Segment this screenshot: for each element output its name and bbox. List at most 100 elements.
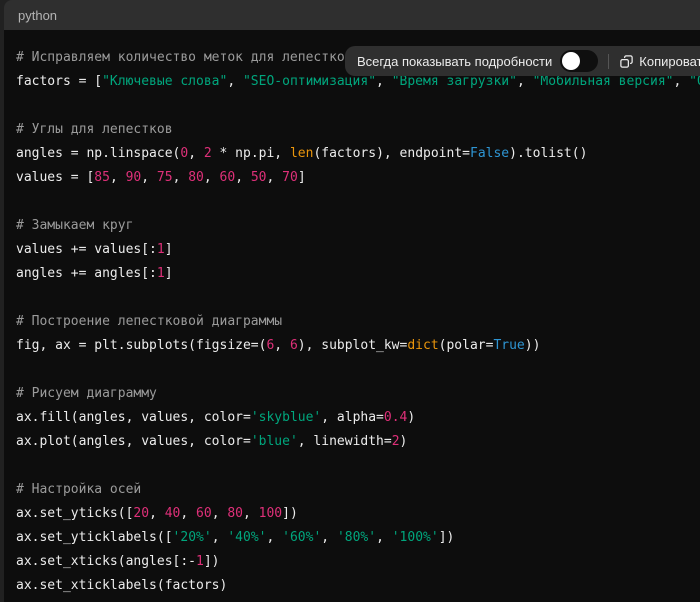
- code-token: values += values[:: [16, 242, 157, 257]
- code-token: ax.set_yticklabels([: [16, 530, 173, 545]
- code-token: ).tolist(): [509, 146, 587, 161]
- code-line: # Построение лепестковой диаграммы: [16, 310, 700, 334]
- code-token: len: [290, 146, 313, 161]
- code-token: dict: [407, 338, 438, 353]
- code-line: [16, 358, 700, 382]
- code-token: "Ключевые слова": [102, 74, 227, 89]
- code-token: ,: [212, 506, 228, 521]
- always-show-details-toggle[interactable]: [560, 50, 598, 72]
- code-line: ax.plot(angles, values, color='blue', li…: [16, 430, 700, 454]
- code-token: ): [400, 434, 408, 449]
- code-line: [16, 454, 700, 478]
- code-token: ,: [110, 170, 126, 185]
- code-token: ax.set_xticks(angles[:-: [16, 554, 196, 569]
- code-token: ax.fill(angles, values, color=: [16, 410, 251, 425]
- code-token: 6: [290, 338, 298, 353]
- toolbar-divider: [608, 54, 609, 69]
- code-token: '40%': [227, 530, 266, 545]
- code-token: 80: [188, 170, 204, 185]
- code-token: 60: [196, 506, 212, 521]
- code-token: ,: [376, 530, 392, 545]
- code-token: "От: [689, 74, 700, 89]
- code-token: factors = [: [16, 74, 102, 89]
- code-line: angles += angles[:1]: [16, 262, 700, 286]
- code-token: 2: [392, 434, 400, 449]
- code-line: ax.set_xticks(angles[:-1]): [16, 550, 700, 574]
- code-token: , alpha=: [321, 410, 384, 425]
- code-block: python # Исправляем количество меток для…: [4, 0, 700, 602]
- code-token: ]: [298, 170, 306, 185]
- code-token: 1: [196, 554, 204, 569]
- code-token: "Мобильная версия": [533, 74, 674, 89]
- code-token: # Рисуем диаграмму: [16, 386, 157, 401]
- code-token: 75: [157, 170, 173, 185]
- code-token: ,: [141, 170, 157, 185]
- code-token: ax.set_xticklabels(factors): [16, 578, 227, 593]
- code-token: ]: [165, 242, 173, 257]
- code-token: ,: [227, 74, 243, 89]
- code-token: "SEO-оптимизация": [243, 74, 376, 89]
- code-token: ,: [274, 338, 290, 353]
- code-token: ]): [282, 506, 298, 521]
- code-token: ): [407, 410, 415, 425]
- code-token: 60: [220, 170, 236, 185]
- code-token: ,: [266, 530, 282, 545]
- code-token: )): [525, 338, 541, 353]
- code-token: ,: [673, 74, 689, 89]
- code-token: ax.plot(angles, values, color=: [16, 434, 251, 449]
- code-line: # Настройка осей: [16, 478, 700, 502]
- code-token: 70: [282, 170, 298, 185]
- code-token: # Построение лепестковой диаграммы: [16, 314, 282, 329]
- code-token: angles = np.linspace(: [16, 146, 180, 161]
- code-token: # Углы для лепестков: [16, 122, 173, 137]
- code-token: angles += angles[:: [16, 266, 157, 281]
- code-token: ,: [204, 170, 220, 185]
- code-line: values = [85, 90, 75, 80, 60, 50, 70]: [16, 166, 700, 190]
- code-token: 85: [94, 170, 110, 185]
- code-token: ax.set_yticks([: [16, 506, 133, 521]
- code-token: ]): [439, 530, 455, 545]
- code-token: ,: [149, 506, 165, 521]
- code-token: '60%': [282, 530, 321, 545]
- code-token: 50: [251, 170, 267, 185]
- code-line: fig, ax = plt.subplots(figsize=(6, 6), s…: [16, 334, 700, 358]
- code-token: fig, ax = plt.subplots(figsize=(: [16, 338, 266, 353]
- code-area: # Исправляем количество меток для лепест…: [4, 30, 700, 602]
- copy-code-button[interactable]: Копировать код: [619, 54, 700, 69]
- code-line: ax.set_yticklabels(['20%', '40%', '60%',…: [16, 526, 700, 550]
- code-token: 'skyblue': [251, 410, 321, 425]
- code-line: values += values[:1]: [16, 238, 700, 262]
- code-line: # Замыкаем круг: [16, 214, 700, 238]
- code-token: 2: [204, 146, 212, 161]
- code-line: angles = np.linspace(0, 2 * np.pi, len(f…: [16, 142, 700, 166]
- code-token: (polar=: [439, 338, 494, 353]
- code-token: ,: [235, 170, 251, 185]
- code-line: [16, 286, 700, 310]
- code-token: '100%': [392, 530, 439, 545]
- always-show-details-label: Всегда показывать подробности: [357, 54, 552, 69]
- code-token: 1: [157, 266, 165, 281]
- code-token: ]): [204, 554, 220, 569]
- code-token: # Исправляем количество меток для лепест…: [16, 50, 353, 65]
- code-token: ,: [267, 170, 283, 185]
- code-token: ,: [173, 170, 189, 185]
- code-line: ax.set_yticks([20, 40, 60, 80, 100]): [16, 502, 700, 526]
- code-line: ax.fill(angles, values, color='skyblue',…: [16, 406, 700, 430]
- code-token: 100: [259, 506, 282, 521]
- code-token: , linewidth=: [298, 434, 392, 449]
- code-token: '80%': [337, 530, 376, 545]
- code-token: ]: [165, 266, 173, 281]
- code-token: 1: [157, 242, 165, 257]
- code-token: # Замыкаем круг: [16, 218, 133, 233]
- code-token: True: [493, 338, 524, 353]
- code-token: ,: [321, 530, 337, 545]
- code-token: # Настройка осей: [16, 482, 141, 497]
- code-token: ,: [180, 506, 196, 521]
- code-token: values = [: [16, 170, 94, 185]
- code-token: 'blue': [251, 434, 298, 449]
- code-token: ,: [212, 530, 228, 545]
- code-token: ,: [376, 74, 392, 89]
- code-token: ,: [243, 506, 259, 521]
- code-token: 20: [133, 506, 149, 521]
- toggle-knob: [562, 52, 580, 70]
